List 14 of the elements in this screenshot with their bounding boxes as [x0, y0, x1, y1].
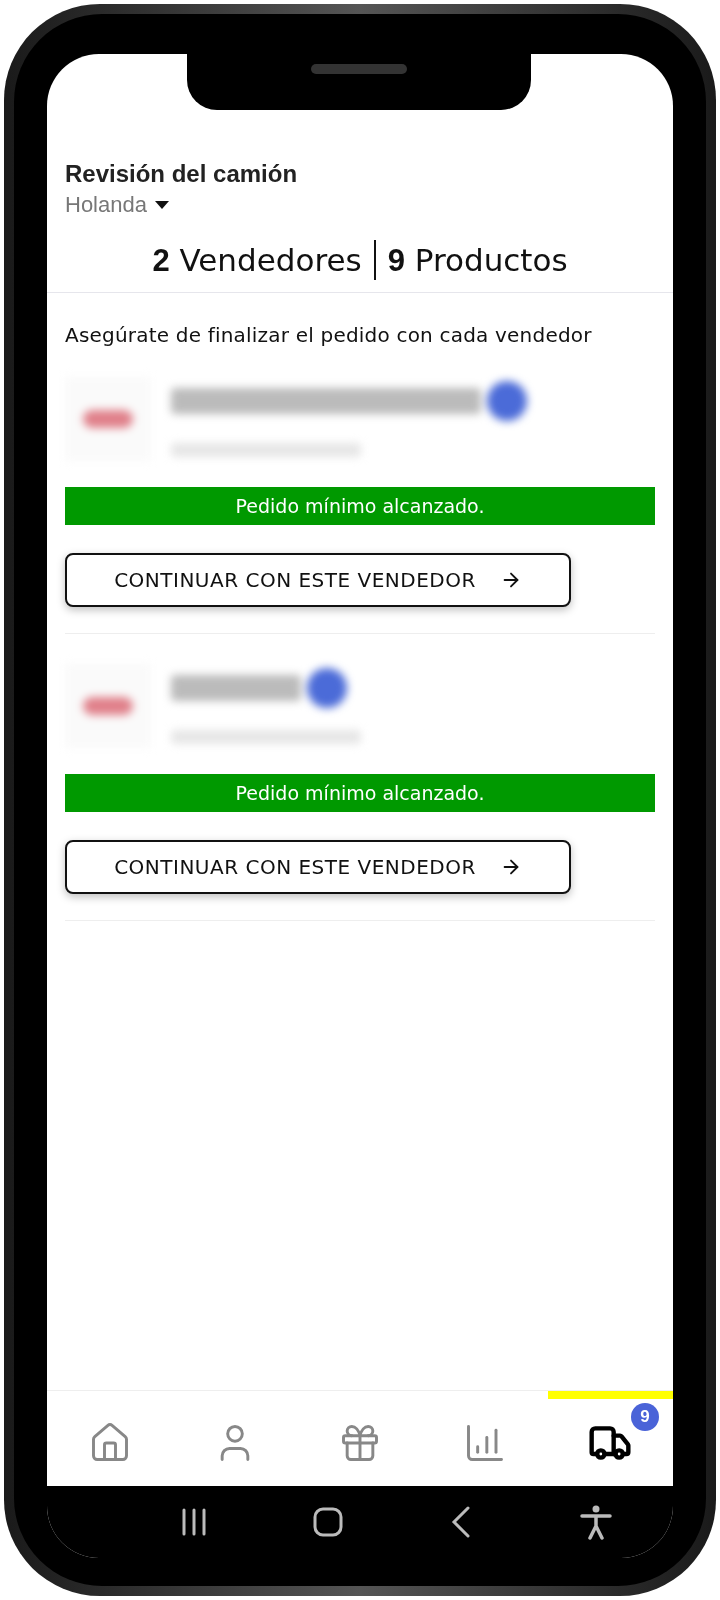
page-title: Revisión del camión: [65, 160, 298, 188]
blurred-badge: [487, 381, 527, 421]
continue-button[interactable]: CONTINUAR CON ESTE VENDEDOR: [65, 840, 571, 894]
country-dropdown[interactable]: Holanda: [65, 192, 169, 218]
blurred-badge: [307, 668, 347, 708]
caret-icon: [154, 201, 169, 209]
instruction-text: Asegúrate de finalizar el pedido con cada vendedor: [65, 323, 593, 347]
status-banner: Pedido mínimo alcanzado.: [65, 487, 655, 525]
count-badge: 9: [631, 1403, 659, 1431]
continue-button[interactable]: CONTINUAR CON ESTE VENDEDOR: [65, 553, 571, 607]
summary-stat: 9 Productos: [386, 241, 569, 279]
status-banner: Pedido mínimo alcanzado.: [65, 774, 655, 812]
accessibility-icon[interactable]: [578, 1504, 614, 1540]
summary-stat: 2 Vendedores: [151, 241, 363, 279]
